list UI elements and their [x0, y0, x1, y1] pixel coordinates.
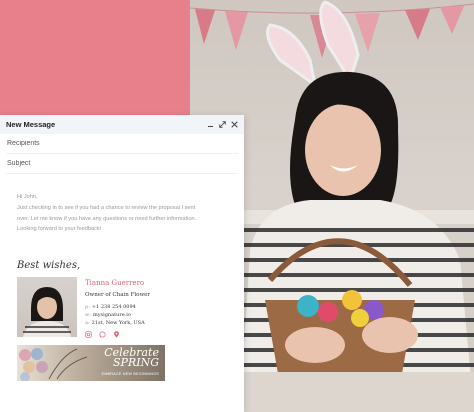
signature-role: Owner of Chain Flower: [85, 292, 151, 298]
banner-title: Celebrate SPRING: [104, 347, 159, 369]
address-line: a: 21st, New York, USA: [85, 319, 150, 327]
email-signature: Best wishes, Tianna Guerrero Owner of Ch…: [17, 260, 237, 381]
web-value[interactable]: mysignature.io: [93, 312, 131, 318]
expand-icon[interactable]: [219, 121, 226, 128]
woman-with-basket: [240, 0, 474, 412]
social-links: [85, 330, 150, 338]
address-label: a:: [85, 320, 90, 327]
phone-value[interactable]: +1 238 254 0094: [92, 304, 136, 310]
signature-closing: Best wishes,: [17, 260, 81, 271]
whatsapp-icon[interactable]: [99, 331, 106, 338]
promo-banner[interactable]: Celebrate SPRING EMBRACE NEW BEGINNINGS: [17, 344, 165, 381]
signature-contact: p: +1 238 254 0094 w: mysignature.io a: 21s…: [85, 303, 150, 328]
subject-row: [6, 154, 238, 174]
body-line: Just checking in to see if you had a cha…: [17, 204, 196, 211]
body-greeting: Hi John,: [17, 194, 38, 200]
compose-header: New Message: [0, 115, 244, 134]
close-icon[interactable]: [231, 121, 238, 128]
recipients-row: [6, 134, 238, 154]
signature-name: Tianna Guerrero: [85, 279, 145, 287]
location-icon[interactable]: [113, 330, 120, 338]
message-body[interactable]: Hi John, Just checking in to see if you …: [17, 192, 228, 235]
web-line: w: mysignature.io: [85, 311, 150, 319]
phone-line: p: +1 238 254 0094: [85, 303, 150, 311]
compose-window: New Message Hi John, Just checking in to…: [0, 115, 244, 412]
banner-title-line: SPRING: [113, 355, 159, 369]
instagram-icon[interactable]: [85, 330, 92, 338]
avatar: [17, 277, 77, 337]
signature-card: Tianna Guerrero Owner of Chain Flower p:…: [17, 277, 237, 338]
subject-input[interactable]: [7, 160, 238, 167]
minimize-icon[interactable]: [207, 121, 214, 128]
signature-details: Tianna Guerrero Owner of Chain Flower p:…: [85, 277, 150, 338]
banner-subtitle: EMBRACE NEW BEGINNINGS: [101, 371, 159, 376]
phone-label: p:: [85, 304, 90, 310]
recipients-input[interactable]: [7, 140, 238, 147]
compose-title: New Message: [6, 120, 56, 129]
body-line: Looking forward to your feedback!: [17, 226, 102, 233]
window-controls: [207, 121, 238, 128]
web-label: w:: [85, 312, 91, 319]
address-value: 21st, New York, USA: [91, 320, 145, 327]
body-line: over. Let me know if you have any questi…: [17, 215, 197, 222]
